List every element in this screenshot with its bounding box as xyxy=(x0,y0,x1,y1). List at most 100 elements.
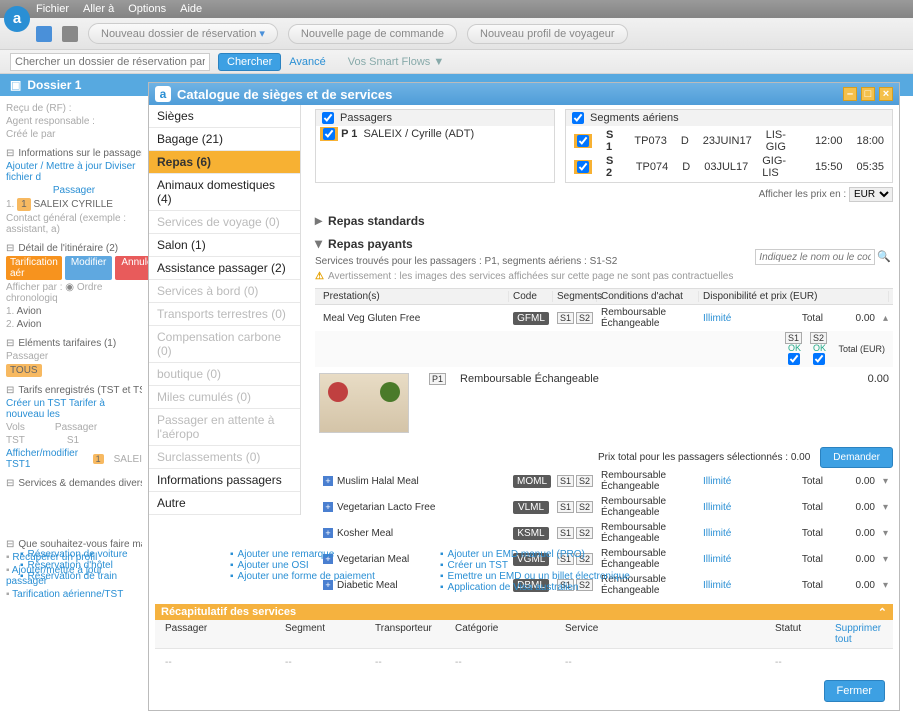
quick-link[interactable]: ▪Application de Visa australien xyxy=(440,582,650,593)
sidebar-item[interactable]: Services à bord (0) xyxy=(149,280,300,303)
modal-title: Catalogue de sièges et de services xyxy=(177,87,392,102)
service-row[interactable]: +Vegetarian Lacto FreeVLMLS1S2Remboursab… xyxy=(315,494,893,520)
sidebar-item[interactable]: Bagage (21) xyxy=(149,128,300,151)
sidebar-item[interactable]: Informations passagers xyxy=(149,469,300,492)
currency-select[interactable]: EUR xyxy=(849,187,893,202)
menu-options[interactable]: Options xyxy=(128,3,166,15)
sidebar-item[interactable]: Transports terrestres (0) xyxy=(149,303,300,326)
sidebar-item[interactable]: Autre xyxy=(149,492,300,515)
select-all-pax[interactable] xyxy=(322,112,334,124)
quick-link[interactable]: ▪Réservation d'hôtel xyxy=(20,560,230,571)
collapse-icon[interactable]: ⊟ xyxy=(6,478,14,489)
sidebar-item[interactable]: Sièges xyxy=(149,105,300,128)
expand-icon[interactable]: ▸ xyxy=(315,212,322,229)
menu-file[interactable]: Fichier xyxy=(36,3,69,15)
sidebar-item[interactable]: Miles cumulés (0) xyxy=(149,386,300,409)
service-row-open[interactable]: Meal Veg Gluten Free GFML S1S2 Remboursa… xyxy=(315,305,893,331)
service-code: GFML xyxy=(513,312,549,325)
dossier-icon: ▣ xyxy=(10,78,21,92)
search-button[interactable]: Chercher xyxy=(218,53,281,71)
quick-link[interactable]: ▪Ajouter un EMD manuel (PRO) xyxy=(440,549,650,560)
sidebar-item[interactable]: Assistance passager (2) xyxy=(149,257,300,280)
recap-table-header: PassagerSegmentTransporteurCatégorieServ… xyxy=(155,620,893,649)
close-icon[interactable]: × xyxy=(879,87,893,101)
chevron-down-icon[interactable]: ▾ xyxy=(879,502,889,513)
new-command-button[interactable]: Nouvelle page de commande xyxy=(288,24,457,44)
quick-link[interactable]: ▪Créer un TST xyxy=(440,560,650,571)
pax-link[interactable]: Passager xyxy=(6,185,142,196)
quick-link[interactable]: ▪Emettre un EMD ou un billet électroniqu… xyxy=(440,571,650,582)
quick-link[interactable]: ▪Ajouter une OSI xyxy=(230,560,440,571)
quick-link[interactable]: ▪Réservation de voiture xyxy=(20,549,230,560)
left-panel: Reçu de (RF) : Agent responsable : Créé … xyxy=(0,97,148,606)
maximize-icon[interactable]: □ xyxy=(861,87,875,101)
delete-all-link[interactable]: Supprimer tout xyxy=(829,623,889,645)
collapse-icon[interactable]: ⊟ xyxy=(6,243,14,254)
menubar: Fichier Aller à Options Aide xyxy=(0,0,913,18)
chevron-up-icon[interactable]: ▴ xyxy=(879,313,889,324)
info-pax-title: ⊟Informations sur le passager et le c xyxy=(6,148,142,159)
seg-s2-checkbox[interactable] xyxy=(813,353,825,365)
menu-help[interactable]: Aide xyxy=(180,3,202,15)
tarif-air-btn[interactable]: Tarification aér xyxy=(6,256,62,280)
expand-icon[interactable]: + xyxy=(323,528,333,538)
chevron-down-icon[interactable]: ▾ xyxy=(879,476,889,487)
seg-checkbox[interactable] xyxy=(577,135,589,147)
sidebar-item[interactable]: Services de voyage (0) xyxy=(149,211,300,234)
smart-flows[interactable]: Vos Smart Flows ▼ xyxy=(348,56,444,68)
view-tst[interactable]: Afficher/modifier TST1 xyxy=(6,448,83,470)
new-booking-button[interactable]: Nouveau dossier de réservation ▾ xyxy=(88,23,278,44)
advanced-link[interactable]: Avancé xyxy=(289,56,326,68)
recu-label: Reçu de (RF) : xyxy=(6,103,142,114)
request-button[interactable]: Demander xyxy=(820,447,893,468)
tous-badge[interactable]: TOUS xyxy=(6,364,42,377)
warning-icon: ⚠ xyxy=(315,271,324,282)
minimize-icon[interactable]: – xyxy=(843,87,857,101)
new-profile-button[interactable]: Nouveau profil de voyageur xyxy=(467,24,628,44)
seat-service-catalog-modal: a Catalogue de sièges et de services – □… xyxy=(148,82,900,711)
chevron-down-icon[interactable]: ▾ xyxy=(879,528,889,539)
collapse-recap-icon[interactable]: ⌃ xyxy=(878,606,887,619)
print-icon[interactable] xyxy=(62,26,78,42)
pax-checkbox[interactable] xyxy=(323,128,335,140)
service-filter-input[interactable] xyxy=(755,249,875,265)
sidebar-item[interactable]: Passager en attente à l'aéropo xyxy=(149,409,300,446)
collapse-icon[interactable]: ⊟ xyxy=(6,148,14,159)
sidebar-item[interactable]: Salon (1) xyxy=(149,234,300,257)
sidebar-item[interactable]: Compensation carbone (0) xyxy=(149,326,300,363)
seg-s1-checkbox[interactable] xyxy=(788,353,800,365)
sidebar-item[interactable]: Animaux domestiques (4) xyxy=(149,174,300,211)
search-icon[interactable]: 🔍 xyxy=(877,251,891,263)
quick-link[interactable]: ▪Ajouter une forme de paiement xyxy=(230,571,440,582)
itin-row: Avion xyxy=(17,319,42,330)
service-row[interactable]: +Kosher MealKSMLS1S2Remboursable Échange… xyxy=(315,520,893,546)
create-tst[interactable]: Créer un TST xyxy=(6,398,66,409)
close-button[interactable]: Fermer xyxy=(824,680,885,702)
modify-btn[interactable]: Modifier xyxy=(65,256,113,280)
collapse-icon[interactable]: ⊟ xyxy=(6,385,14,396)
collapse-icon[interactable]: ▾ xyxy=(315,235,322,252)
collapse-icon[interactable]: ⊟ xyxy=(6,338,14,349)
toolbar: Nouveau dossier de réservation ▾ Nouvell… xyxy=(0,18,913,50)
expand-icon[interactable]: + xyxy=(323,476,333,486)
select-all-seg[interactable] xyxy=(572,112,584,124)
search-input[interactable] xyxy=(10,53,210,71)
collapse-icon[interactable]: ⊟ xyxy=(6,539,14,550)
service-row[interactable]: +Muslim Halal MealMOMLS1S2Remboursable É… xyxy=(315,468,893,494)
app-logo: a xyxy=(4,6,30,32)
segments-panel: Segments aériens S 1TP073D23JUIN17LIS-GI… xyxy=(565,109,893,183)
add-update-pax[interactable]: Ajouter / Mettre à jour xyxy=(6,161,102,172)
service-categories-sidebar: SiègesBagage (21)Repas (6)Animaux domest… xyxy=(149,105,301,515)
sidebar-item[interactable]: Repas (6) xyxy=(149,151,300,174)
sidebar-item[interactable]: Surclassements (0) xyxy=(149,446,300,469)
quick-link[interactable]: ▪Réservation de train xyxy=(20,571,230,582)
sidebar-item[interactable]: boutique (0) xyxy=(149,363,300,386)
save-icon[interactable] xyxy=(36,26,52,42)
dossier-title: Dossier 1 xyxy=(27,78,81,92)
expand-icon[interactable]: + xyxy=(323,502,333,512)
passengers-panel: Passagers P 1 SALEIX / Cyrille (ADT) xyxy=(315,109,555,183)
quick-link[interactable]: ▪Ajouter une remarque xyxy=(230,549,440,560)
segment-row: S 1TP073D23JUIN17LIS-GIG12:0018:00 xyxy=(570,128,888,154)
seg-checkbox[interactable] xyxy=(577,161,589,173)
menu-goto[interactable]: Aller à xyxy=(83,3,114,15)
